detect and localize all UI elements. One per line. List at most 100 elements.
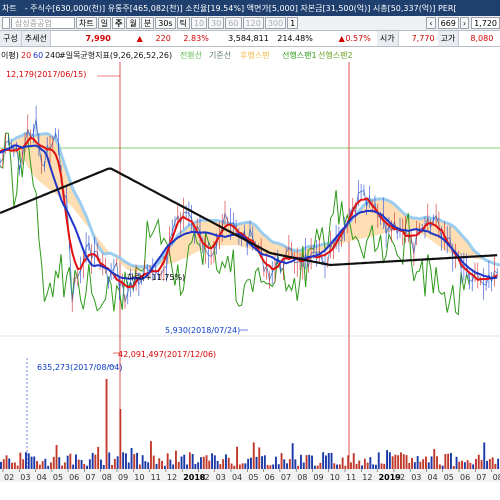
volume-bar [188,452,191,469]
volume-bar [438,464,441,469]
volume-bar [416,456,419,469]
volume-bar [33,456,36,469]
volume-bar [205,455,208,469]
legend-ma60: 60 [33,51,43,60]
volume-bar [194,464,197,469]
zoom-field[interactable]: 1,720 [471,17,500,29]
volume-bar [275,456,277,469]
volume-bar [52,456,55,469]
axis-label: 07 [85,473,95,482]
axis-label: 04 [37,473,47,482]
axis-label: 10 [330,473,340,482]
legend-ma20: 20 [21,51,31,60]
scroll-left-button[interactable]: ‹ [426,17,436,29]
volume-bar [408,462,411,469]
volume-value: 3,584,811 [228,34,269,43]
volume-bar [88,459,91,469]
high-value: 8,080 [470,34,494,43]
volume-bar [91,452,94,469]
trendline-button[interactable]: 추세선 [21,31,51,46]
volume-bar [430,456,433,469]
volume-bar [261,456,263,469]
volume-bar [413,462,416,469]
tab-30[interactable]: 30 [208,17,225,29]
volume-bar [330,452,333,469]
volume-bar [450,453,452,469]
tab-30s[interactable]: 30s [155,17,176,29]
tab-month[interactable]: 월 [126,17,140,29]
volume-bar [105,379,108,469]
scroll-right-button[interactable]: › [459,17,470,29]
axis-label: 08 [102,473,112,482]
volume-bar [191,454,194,469]
volume-bar [119,409,122,469]
volume-bar [355,463,358,469]
volume-bar [147,462,150,469]
volume-bar [225,454,227,469]
tab-minute[interactable]: 분 [140,17,155,29]
tab-300[interactable]: 300 [264,17,287,29]
volume-bar [211,453,213,469]
volume-bar [302,462,305,469]
volume-bar [327,453,330,469]
volume-bar [477,454,480,469]
axis-label: 05 [248,473,258,482]
volume-bar [411,457,413,469]
volume-bar [250,457,252,469]
volume-bar [166,453,169,469]
volume-bar [377,452,380,469]
volume-bar [333,463,336,469]
volume-bar [200,457,202,469]
volume-bar [325,455,327,469]
volume-bar [180,456,183,469]
count-field[interactable]: 669 [437,17,459,29]
volume-bar [483,442,486,469]
axis-label: 02 [199,473,209,482]
axis-label: 02 [395,473,405,482]
volume-bar [486,460,488,469]
code-input-end[interactable] [2,17,10,29]
volume-bar [27,453,30,469]
config-button[interactable]: 구성 [0,31,22,46]
tab-120[interactable]: 120 [242,17,264,29]
volume-bar [297,465,300,469]
tab-week[interactable]: 주 [112,17,126,29]
tab-1[interactable]: 1 [287,17,299,29]
volume-bar [319,462,322,469]
axis-label: 12 [362,473,372,482]
volume-bar [116,456,119,469]
volume-bar [25,452,27,469]
tab-chart[interactable]: 차트 [76,17,97,29]
volume-bar [66,455,69,469]
volume-bar [163,465,166,469]
volume-bar [122,452,125,469]
axis-label: 06 [265,473,275,482]
tab-tick[interactable]: 틱 [176,17,190,29]
volume-bar [283,459,286,469]
axis-label: 04 [232,473,242,482]
stock-chart[interactable]: 12,179(2017/06/15) 하락(+11.75%) 5,930(201… [0,48,500,500]
volume-bar [47,465,50,469]
volume-bar [5,455,8,469]
volume-bar [138,464,141,469]
volume-bar [491,457,494,469]
volume-bar [316,465,319,469]
volume-bar [480,459,483,469]
volume-bar [75,454,77,469]
volume-bar [263,455,266,469]
tab-10[interactable]: 10 [190,17,208,29]
stock-info: - 주식수[630,000(천)] 유통주[465,082(천)] 소진율[19… [24,3,457,13]
volume-bar [466,460,469,469]
volume-bar [72,464,75,469]
volume-bar [236,446,238,469]
volume-bar [452,466,455,469]
volume-bar [97,446,100,469]
up-arrow-icon: ▲ [136,34,143,43]
stock-name-input[interactable]: 삼성중공업 [11,17,75,29]
volume-bar [369,457,372,469]
volume-bar [436,456,438,469]
tab-60[interactable]: 60 [225,17,242,29]
axis-label: 12 [167,473,177,482]
tab-day[interactable]: 일 [97,17,112,29]
volume-bar [50,462,52,469]
